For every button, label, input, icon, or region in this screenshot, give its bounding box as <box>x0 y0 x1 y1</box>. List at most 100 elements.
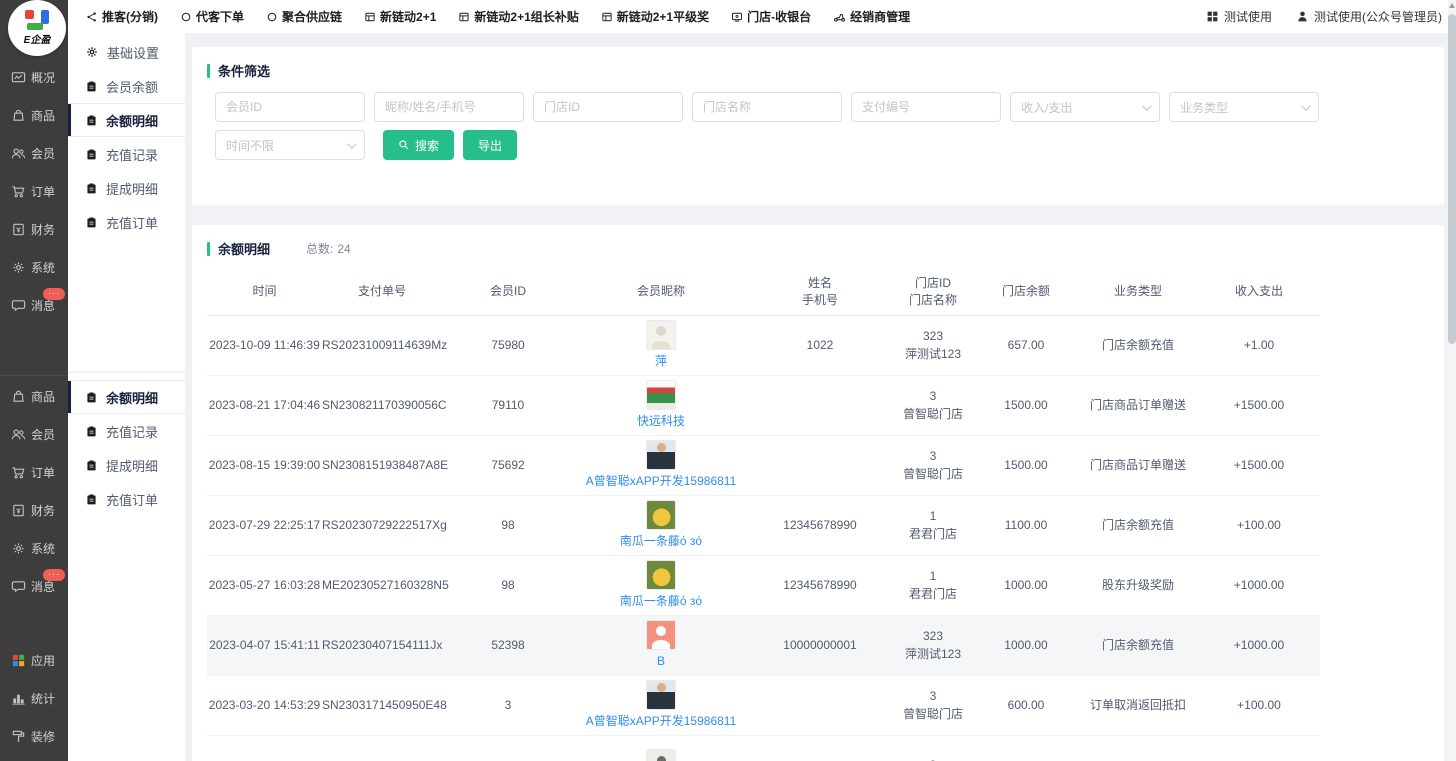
nickname-link[interactable]: 萍 <box>655 352 667 370</box>
nickname-link[interactable]: 南瓜一条藤ό зό <box>620 592 702 610</box>
cell-biz-type: 门店余额充值 <box>1078 615 1198 675</box>
submenu-item-recharge-orders[interactable]: 充值订单 <box>68 482 185 516</box>
cell-name-phone: 1022 <box>748 315 892 375</box>
cell-nickname <box>574 735 748 761</box>
sidebar-item-decorate[interactable]: 装修 <box>0 717 68 755</box>
member-avatar[interactable] <box>646 380 676 410</box>
member-avatar[interactable] <box>646 620 676 650</box>
sidebar-item-messages[interactable]: 消息··· <box>0 567 68 605</box>
secondary-sidebar-bottom: 余额明细 充值记录 提成明细 充值订单 <box>68 373 185 761</box>
message-badge: ··· <box>43 288 65 300</box>
sidebar-item-label: 应用 <box>31 652 55 669</box>
brand-logo[interactable]: E企盈 <box>8 0 66 56</box>
col-pay-no: 支付单号 <box>322 269 442 315</box>
submenu-item-balance-detail[interactable]: 余额明细 <box>68 380 185 414</box>
user-menu[interactable]: 测试使用(公众号管理员) <box>1296 8 1442 25</box>
cell-store: 1君君门店 <box>892 555 974 615</box>
select-value: 业务类型 <box>1180 99 1228 116</box>
cell-in-out: +100.00 <box>1198 675 1320 735</box>
cell-member-id: 75980 <box>442 315 574 375</box>
topnav-label: 代客下单 <box>196 8 244 25</box>
sidebar-item-orders[interactable]: 订单 <box>0 453 68 491</box>
search-button[interactable]: 搜索 <box>383 130 454 160</box>
submenu-item-recharge-records[interactable]: 充值记录 <box>68 414 185 448</box>
pay-no-input[interactable] <box>851 92 1001 122</box>
nickname-link[interactable]: 南瓜一条藤ό зό <box>620 532 702 550</box>
sidebar-item-finance[interactable]: 财务 <box>0 210 68 248</box>
member-avatar[interactable] <box>646 320 676 350</box>
topnav-item-supply-chain[interactable]: 聚合供应链 <box>266 8 342 25</box>
cell-store: 1君君门店 <box>892 495 974 555</box>
sidebar-item-label: 财务 <box>31 221 55 238</box>
vertical-scrollbar[interactable] <box>1448 0 1456 761</box>
biztype-select[interactable]: 业务类型 <box>1169 92 1319 122</box>
col-time: 时间 <box>207 269 322 315</box>
submenu-item-commission-detail[interactable]: 提成明细 <box>68 171 185 205</box>
topnav-item-chain-leader-subsidy[interactable]: 新链动2+1组长补贴 <box>458 8 578 25</box>
nickname-link[interactable]: B <box>657 652 665 670</box>
sidebar-item-orders[interactable]: 订单 <box>0 172 68 210</box>
sidebar-item-finance[interactable]: 财务 <box>0 491 68 529</box>
export-button[interactable]: 导出 <box>463 130 517 160</box>
submenu-item-member-balance[interactable]: 会员余额 <box>68 69 185 103</box>
member-avatar[interactable] <box>646 680 676 710</box>
store-name-input[interactable] <box>692 92 842 122</box>
submenu-item-commission-detail[interactable]: 提成明细 <box>68 448 185 482</box>
cell-time: 2023-04-07 15:41:11 <box>207 615 322 675</box>
sidebar-item-goods[interactable]: 商品 <box>0 377 68 415</box>
cell-in-out: +1500.00 <box>1198 375 1320 435</box>
submenu-item-balance-detail[interactable]: 余额明细 <box>68 103 185 137</box>
cell-pay-no <box>322 735 442 761</box>
cell-balance: 657.00 <box>974 315 1078 375</box>
select-value: 收入/支出 <box>1021 99 1072 116</box>
nickname-link[interactable]: A曾智聪xAPP开发15986811 <box>586 712 737 730</box>
time-range-select[interactable]: 时间不限 <box>215 130 365 160</box>
cell-in-out: +1000.00 <box>1198 615 1320 675</box>
col-name-phone: 姓名手机号 <box>748 269 892 315</box>
topnav-item-proxy-order[interactable]: 代客下单 <box>180 8 244 25</box>
member-avatar[interactable] <box>646 560 676 590</box>
cell-balance: 600.00 <box>974 675 1078 735</box>
accent-bar <box>207 242 210 256</box>
topnav-item-chain-2plus1[interactable]: 新链动2+1 <box>364 8 436 25</box>
submenu-item-recharge-records[interactable]: 充值记录 <box>68 137 185 171</box>
sidebar-item-system[interactable]: 系统 <box>0 529 68 567</box>
submenu-item-basic-settings[interactable]: 基础设置 <box>68 35 185 69</box>
sidebar-item-members[interactable]: 会员 <box>0 134 68 172</box>
topnav-item-distribution[interactable]: 推客(分销) <box>86 8 158 25</box>
sidebar-item-goods[interactable]: 商品 <box>0 96 68 134</box>
cell-name-phone <box>748 675 892 735</box>
sidebar-item-members[interactable]: 会员 <box>0 415 68 453</box>
sidebar-item-apps[interactable]: 应用 <box>0 641 68 679</box>
sidebar-item-system[interactable]: 系统 <box>0 248 68 286</box>
topnav-item-store-cashier[interactable]: 门店-收银台 <box>731 8 811 25</box>
member-avatar[interactable] <box>646 440 676 470</box>
brand-logo-glyph <box>25 10 49 30</box>
member-id-input[interactable] <box>215 92 365 122</box>
sidebar-item-overview[interactable]: 概况 <box>0 58 68 96</box>
nickname-input[interactable] <box>374 92 524 122</box>
cell-pay-no: RS20230407154111Jx <box>322 615 442 675</box>
sidebar-item-label: 商品 <box>31 388 55 405</box>
workspace-switcher[interactable]: 测试使用 <box>1206 8 1272 25</box>
topnav-item-chain-peer-award[interactable]: 新链动2+1平级奖 <box>601 8 709 25</box>
sidebar-item-messages[interactable]: 消息··· <box>0 286 68 324</box>
topbar-right: 测试使用 测试使用(公众号管理员) <box>1206 8 1442 25</box>
topnav-item-dealer-mgmt[interactable]: 经销商管理 <box>833 8 910 25</box>
nickname-link[interactable]: 快远科技 <box>637 412 685 430</box>
inout-select[interactable]: 收入/支出 <box>1010 92 1160 122</box>
cell-store: 3曾智聪门店 <box>892 675 974 735</box>
submenu-item-recharge-orders[interactable]: 充值订单 <box>68 205 185 239</box>
cell-nickname: A曾智聪xAPP开发15986811 <box>574 435 748 495</box>
member-avatar[interactable] <box>646 749 676 761</box>
store-id-input[interactable] <box>533 92 683 122</box>
chevron-down-icon <box>347 139 357 149</box>
col-biz-type: 业务类型 <box>1078 269 1198 315</box>
cell-biz-type: 门店余额充值 <box>1078 495 1198 555</box>
scroll-up-arrow-icon[interactable] <box>1449 3 1455 8</box>
scrollbar-thumb[interactable] <box>1448 14 1456 344</box>
cell-name-phone <box>748 375 892 435</box>
sidebar-item-stats[interactable]: 统计 <box>0 679 68 717</box>
nickname-link[interactable]: A曾智聪xAPP开发15986811 <box>586 472 737 490</box>
member-avatar[interactable] <box>646 500 676 530</box>
